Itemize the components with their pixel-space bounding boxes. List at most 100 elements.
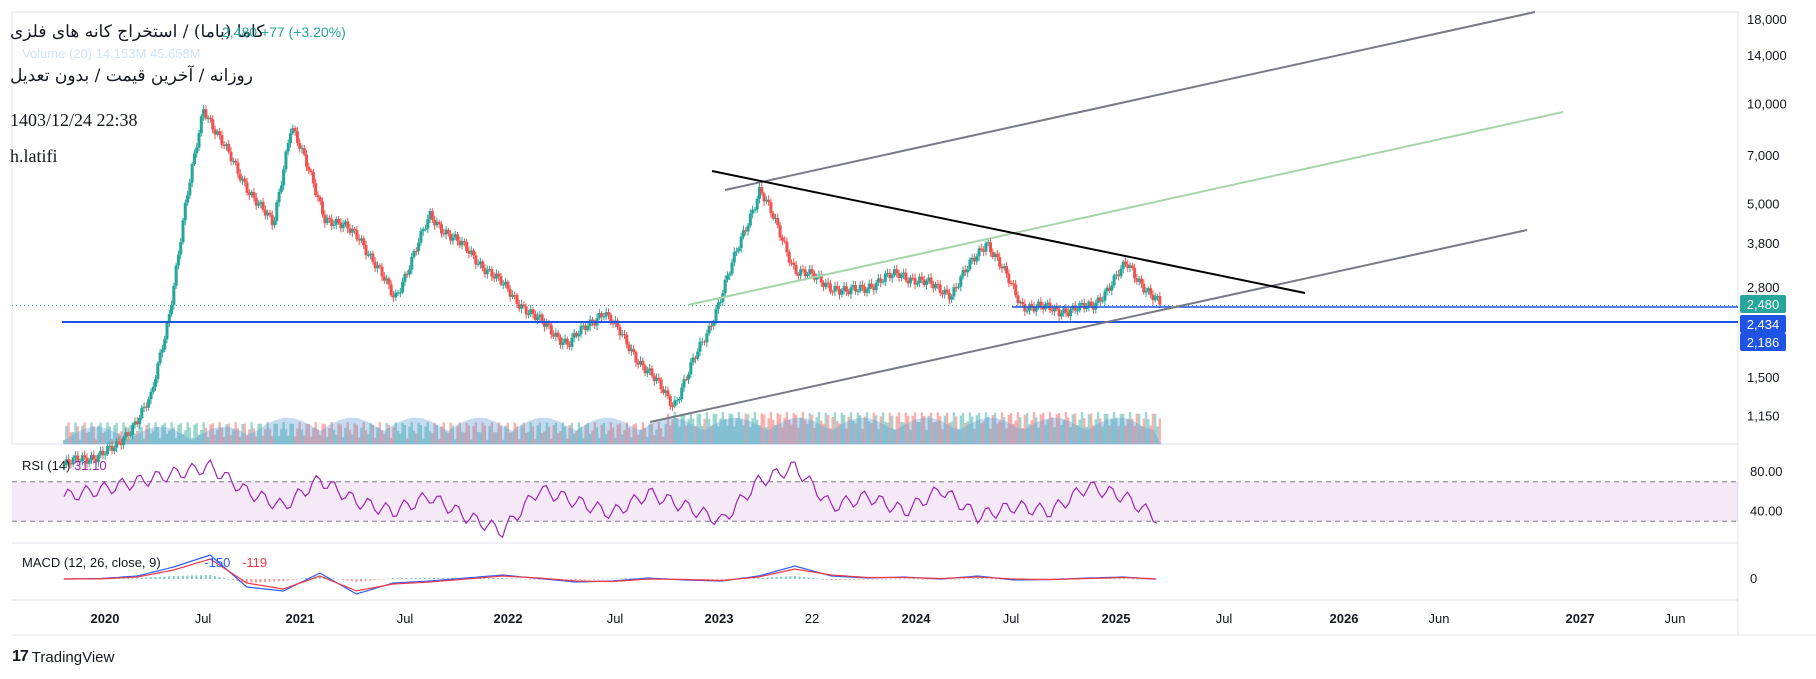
tradingview-logo-icon: 17 — [12, 648, 29, 665]
candle-body — [430, 211, 434, 220]
channel-lower-line — [649, 229, 1528, 423]
price-tick-label: 10,000 — [1747, 97, 1787, 112]
time-tick-label: 2023 — [705, 611, 734, 626]
macd-histogram-bar — [848, 579, 851, 580]
macd-histogram-bar — [976, 578, 979, 579]
candle-body — [156, 363, 160, 380]
candle-body — [275, 202, 279, 221]
candle-body — [181, 220, 185, 243]
price-tick-label: 1,150 — [1747, 408, 1780, 423]
candle-body — [1014, 284, 1018, 296]
macd-histogram-bar — [433, 578, 436, 579]
candle-body — [739, 236, 743, 249]
time-tick-label: Jul — [397, 611, 414, 626]
candle-body — [929, 277, 933, 285]
macd-histogram-bar — [579, 579, 582, 580]
candle-body — [1064, 308, 1068, 313]
channel-mid-line — [687, 111, 1564, 306]
macd-histogram-bar — [830, 579, 833, 580]
candle-body — [968, 259, 972, 270]
candle-body — [673, 400, 677, 407]
candle-body — [705, 333, 709, 343]
macd-histogram-bar — [387, 578, 390, 580]
candle-body — [767, 199, 771, 203]
macd-histogram-bar — [250, 579, 253, 583]
candle-body — [666, 390, 670, 397]
candle-body — [211, 119, 215, 130]
candle-body — [716, 302, 720, 310]
candle-body — [677, 398, 681, 401]
candle-body — [337, 218, 341, 223]
candle-body — [165, 322, 169, 340]
candle-body — [380, 266, 384, 277]
candle-body — [188, 182, 192, 196]
candle-body — [245, 182, 249, 193]
candle-body — [160, 349, 164, 353]
candle-body — [282, 169, 286, 186]
candle-body — [780, 237, 784, 241]
macd-histogram-bar — [437, 578, 440, 579]
candle-body — [860, 284, 864, 287]
candle-body — [668, 396, 672, 407]
time-tick-label: 2024 — [902, 611, 932, 626]
candle-body — [586, 326, 590, 331]
candle-body — [277, 191, 281, 203]
macd-histogram-bar — [844, 579, 847, 580]
time-tick-label: 2022 — [494, 611, 523, 626]
macd-tick-label: 0 — [1750, 571, 1757, 586]
candle-body — [366, 254, 370, 256]
price-tick-label: 5,000 — [1747, 197, 1780, 212]
candle-body — [826, 282, 830, 284]
candle-body — [989, 242, 993, 253]
macd-histogram-bar — [949, 579, 952, 580]
candle-body — [289, 133, 293, 143]
candle-body — [1103, 291, 1107, 301]
tradingview-brand[interactable]: 17 TradingView — [12, 648, 114, 666]
candle-body — [172, 285, 176, 306]
macd-histogram-bar — [300, 578, 303, 580]
candle-body — [327, 217, 331, 219]
candle-body — [218, 131, 222, 136]
macd-histogram-bar — [889, 578, 892, 580]
candle-body — [682, 379, 686, 388]
macd-histogram-bar — [766, 577, 769, 579]
candle-body — [439, 224, 443, 234]
candle-body — [1123, 261, 1127, 265]
candle-body — [725, 275, 729, 280]
candle-body — [446, 229, 450, 234]
macd-histogram-bar — [903, 578, 906, 580]
candle-body — [680, 387, 684, 399]
candle-body — [362, 238, 366, 246]
macd-histogram-bar — [921, 579, 924, 580]
candle-body — [920, 276, 924, 280]
macd-histogram-bar — [359, 579, 362, 582]
candle-body — [714, 309, 718, 323]
macd-histogram-bar — [867, 579, 870, 580]
candle-body — [755, 198, 759, 210]
volume-bar — [1158, 418, 1162, 444]
time-axis[interactable]: 2020 Jul 2021 Jul 2022 Jul 2023 22 2024 Jul 2025 Ju… — [91, 611, 1686, 626]
candle-body — [176, 254, 180, 266]
time-tick-label: Jul — [607, 611, 624, 626]
macd-histogram-bar — [222, 578, 225, 579]
candle-body — [737, 248, 741, 252]
candle-body — [151, 386, 155, 392]
price-tick-label: 18,000 — [1747, 12, 1787, 27]
candle-body — [924, 280, 928, 285]
macd-histogram-bar — [812, 578, 815, 579]
macd-histogram-bar — [506, 578, 509, 579]
candle-body — [426, 219, 430, 229]
candle-body — [984, 243, 988, 252]
candle-body — [419, 231, 423, 243]
candle-body — [506, 281, 510, 289]
price-axis[interactable]: 18,000 14,000 10,000 7,000 5,000 3,800 2,800 1,… — [1740, 12, 1787, 424]
chart-canvas[interactable]: 80.00 40.00 0 18,000 14,000 10,000 7,000 5,00… — [0, 0, 1816, 679]
candle-body — [536, 316, 540, 321]
candle-body — [723, 279, 727, 294]
macd-histogram-bar — [291, 579, 294, 580]
rsi-tick-label: 80.00 — [1750, 464, 1783, 479]
candle-body — [451, 237, 455, 241]
candle-body — [485, 269, 489, 275]
macd-legend: MACD (12, 26, close, 9) -150 -119 — [22, 555, 267, 570]
macd-histogram-bar — [510, 578, 513, 579]
